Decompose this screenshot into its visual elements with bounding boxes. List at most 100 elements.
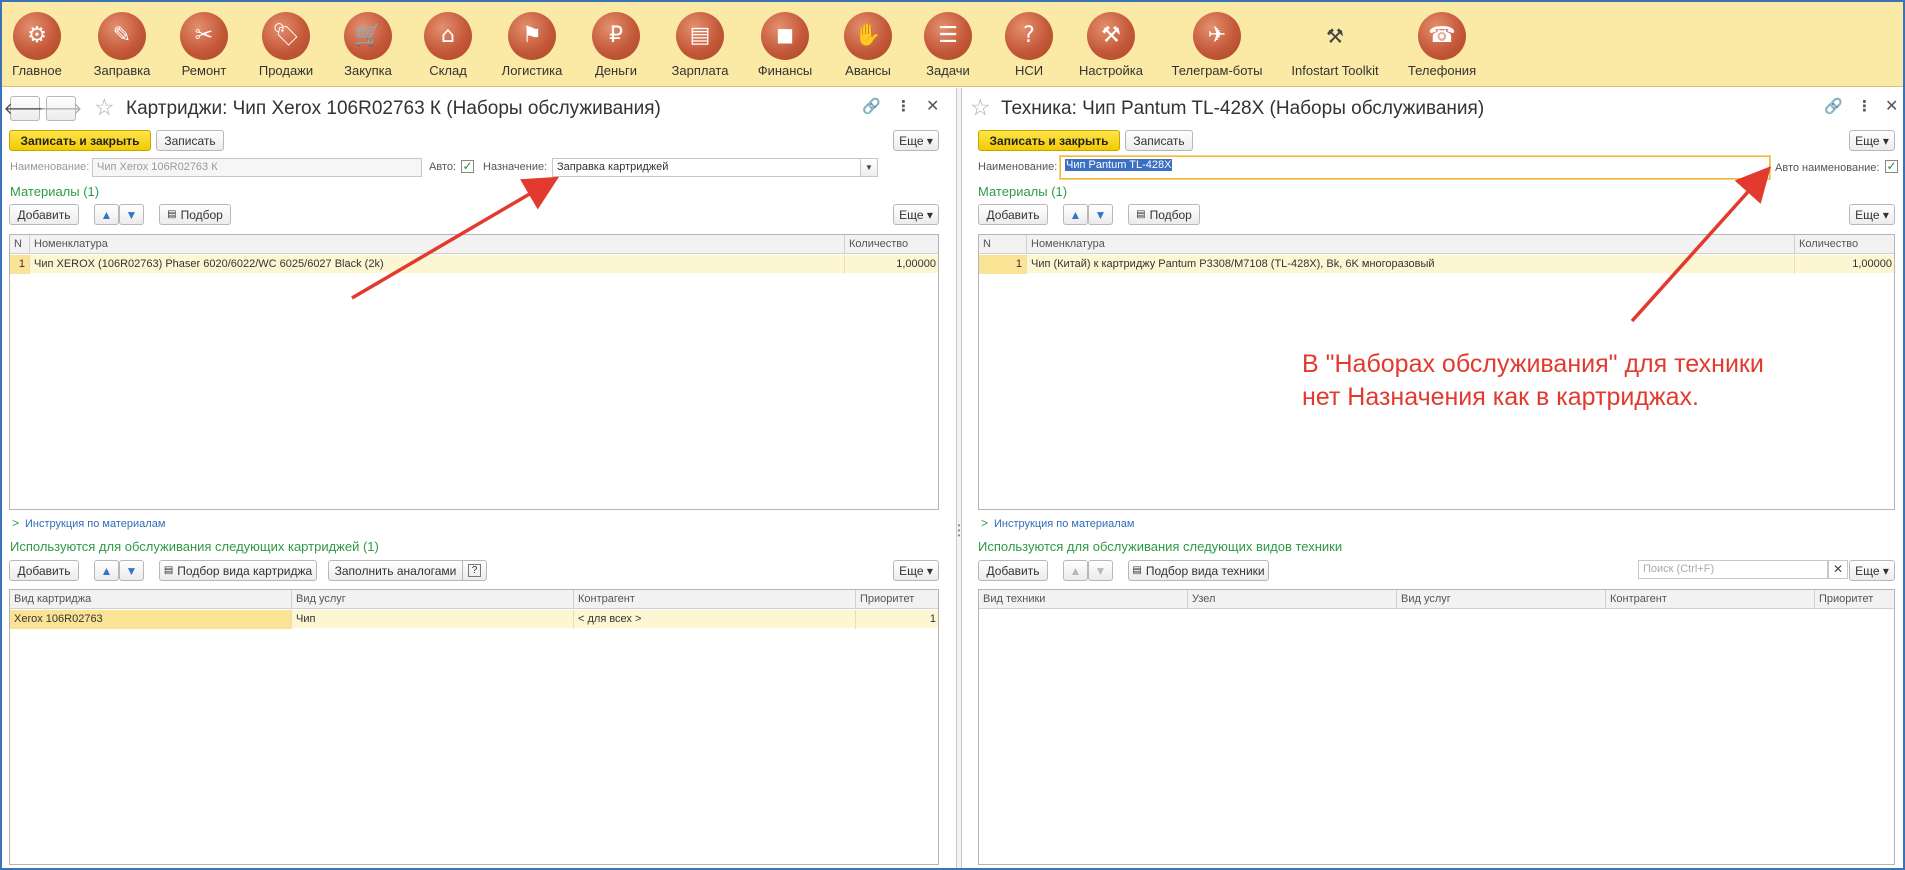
row-cartridge-kind: Xerox 106R02763 — [10, 610, 292, 629]
link-icon[interactable]: 🔗 — [1824, 97, 1843, 115]
panel-splitter[interactable]: • • • — [956, 88, 962, 868]
arrow-down-icon: ▼ — [1094, 563, 1107, 578]
more-vert-icon[interactable]: ⋮ — [1857, 97, 1872, 115]
help-icon: ? — [467, 564, 482, 577]
add-usage-button[interactable]: Добавить — [9, 560, 79, 581]
pick-button[interactable]: ▤ Подбор — [1128, 204, 1200, 225]
table-row[interactable]: 1 Чип XEROX (106R02763) Phaser 6020/6022… — [10, 255, 938, 274]
column-header[interactable]: Вид услуг — [292, 590, 574, 609]
name-value: Чип Pantum TL-428X — [1065, 159, 1173, 171]
move-down-button[interactable]: ▼ — [1088, 204, 1113, 225]
name-label: Наименование: — [10, 161, 90, 173]
column-header[interactable]: Количество — [845, 235, 938, 254]
add-usage-button[interactable]: Добавить — [978, 560, 1048, 581]
search-input[interactable]: Поиск (Ctrl+F) — [1638, 560, 1828, 579]
arrow-up-icon: ▲ — [1069, 563, 1082, 578]
column-header[interactable]: Узел — [1188, 590, 1397, 609]
telegram-icon: ✈ — [1193, 12, 1241, 60]
more-label: Еще — [1855, 207, 1880, 222]
materials-more-button[interactable]: Еще ▾ — [893, 204, 939, 225]
usage-table[interactable]: Вид техники Узел Вид услуг Контрагент Пр… — [978, 589, 1895, 865]
checklist-glyph: ☰ — [938, 23, 958, 48]
column-header[interactable]: Контрагент — [574, 590, 856, 609]
move-up-button[interactable]: ▲ — [94, 560, 119, 581]
pick-equipment-kind-button[interactable]: ▤ Подбор вида техники — [1128, 560, 1269, 581]
pick-button[interactable]: ▤ Подбор — [159, 204, 231, 225]
name-field[interactable]: Чип Xerox 106R02763 К — [92, 158, 422, 177]
table-header: N Номенклатура Количество — [979, 235, 1894, 254]
row-number: 1 — [979, 255, 1027, 274]
instruction-link[interactable]: > Инструкция по материалам — [981, 516, 1134, 530]
chevron-down-icon[interactable]: ▼ — [860, 158, 878, 177]
auto-name-checkbox[interactable]: ✓ — [1885, 160, 1898, 173]
instruction-link[interactable]: > Инструкция по материалам — [12, 516, 165, 530]
move-down-button[interactable]: ▼ — [119, 204, 144, 225]
map-pin-glyph: ⚑ — [522, 23, 542, 48]
section-telegram[interactable]: ✈ Телеграм-боты — [1152, 2, 1282, 86]
move-up-button[interactable]: ▲ — [1063, 204, 1088, 225]
help-button[interactable]: ? — [462, 560, 487, 581]
row-service: Чип — [292, 610, 574, 629]
sale-tag-glyph: 🏷 — [272, 23, 300, 48]
materials-more-button[interactable]: Еще ▾ — [1849, 204, 1895, 225]
money-bag-icon: ₽ — [592, 12, 640, 60]
arrow-up-icon: ▲ — [1069, 207, 1082, 222]
clear-search-icon[interactable]: ✕ — [1828, 560, 1848, 579]
link-icon[interactable]: 🔗 — [862, 97, 881, 115]
favorite-star-icon[interactable]: ☆ — [94, 94, 115, 121]
add-material-button[interactable]: Добавить — [9, 204, 79, 225]
column-header[interactable]: Контрагент — [1606, 590, 1815, 609]
move-down-button[interactable]: ▼ — [119, 560, 144, 581]
usage-more-button[interactable]: Еще ▾ — [893, 560, 939, 581]
add-material-button[interactable]: Добавить — [978, 204, 1048, 225]
sections-panel: ⚙ Главное ✎ Заправка ✂ Ремонт 🏷 Продажи 🛒 Закупка… — [2, 2, 1903, 87]
fill-analogs-button[interactable]: Заполнить аналогами — [328, 560, 463, 581]
save-and-close-button[interactable]: Записать и закрыть — [9, 130, 151, 151]
telegram-glyph: ✈ — [1207, 23, 1227, 48]
column-header[interactable]: Номенклатура — [30, 235, 845, 254]
auto-checkbox[interactable]: ✓ — [461, 160, 474, 173]
close-icon[interactable]: ✕ — [926, 96, 939, 116]
hand-money-glyph: ✋ — [854, 23, 882, 48]
column-header[interactable]: Количество — [1795, 235, 1894, 254]
favorite-star-icon[interactable]: ☆ — [970, 94, 991, 121]
pick-cartridge-kind-button[interactable]: ▤ Подбор вида картриджа — [159, 560, 317, 581]
forward-button[interactable]: 🡒 — [40, 96, 82, 121]
close-icon[interactable]: ✕ — [1885, 96, 1898, 116]
move-up-button[interactable]: ▲ — [1063, 560, 1088, 581]
save-and-close-button[interactable]: Записать и закрыть — [978, 130, 1120, 151]
usage-table[interactable]: Вид картриджа Вид услуг Контрагент Приор… — [9, 589, 939, 865]
row-priority: 1 — [929, 613, 936, 625]
column-header[interactable]: Номенклатура — [1027, 235, 1795, 254]
save-button[interactable]: Записать — [156, 130, 224, 151]
money-bag-glyph: ₽ — [609, 23, 623, 48]
column-header[interactable]: Приоритет — [1815, 590, 1894, 609]
column-header[interactable]: Приоритет — [856, 590, 938, 609]
materials-table[interactable]: N Номенклатура Количество 1 Чип XEROX (1… — [9, 234, 939, 510]
purpose-field[interactable]: Заправка картриджей — [552, 158, 861, 177]
move-up-button[interactable]: ▲ — [94, 204, 119, 225]
more-button[interactable]: Еще ▾ — [893, 130, 939, 151]
annotation-note: В "Наборах обслуживания" для техники нет… — [1302, 348, 1764, 414]
section-telephone[interactable]: ☎ Телефония — [1377, 2, 1507, 86]
more-button[interactable]: Еще ▾ — [1849, 130, 1895, 151]
warehouse-icon: ⌂ — [424, 12, 472, 60]
toolkit-icon: ⚒ — [1311, 12, 1359, 60]
column-header[interactable]: Вид услуг — [1397, 590, 1606, 609]
name-field[interactable]: Чип Pantum TL-428X — [1060, 156, 1770, 179]
column-header[interactable]: Вид техники — [979, 590, 1188, 609]
column-header[interactable]: Вид картриджа — [10, 590, 292, 609]
chevron-right-icon: > — [12, 516, 20, 530]
table-row[interactable]: 1 Чип (Китай) к картриджу Pantum P3308/M… — [979, 255, 1894, 274]
back-button[interactable]: 🡐 — [4, 96, 46, 121]
more-vert-icon[interactable]: ⋮ — [896, 97, 911, 115]
column-header[interactable]: N — [10, 235, 30, 254]
save-button[interactable]: Записать — [1125, 130, 1193, 151]
usage-title: Используются для обслуживания следующих … — [978, 539, 1343, 554]
warehouse-glyph: ⌂ — [441, 23, 455, 48]
column-header[interactable]: N — [979, 235, 1027, 254]
usage-more-button[interactable]: Еще ▾ — [1849, 560, 1895, 581]
table-row[interactable]: Xerox 106R02763 Чип < для всех > 1 — [10, 610, 938, 629]
pick-label: Подбор — [1149, 207, 1192, 222]
move-down-button[interactable]: ▼ — [1088, 560, 1113, 581]
